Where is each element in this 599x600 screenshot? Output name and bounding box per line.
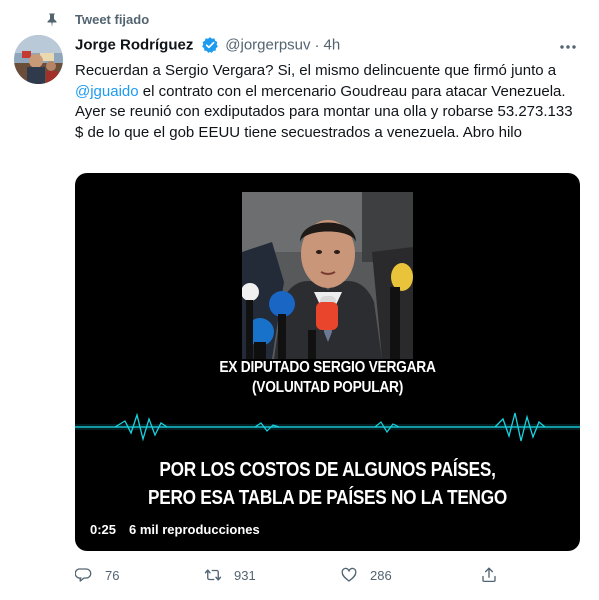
pin-icon xyxy=(47,13,57,27)
retweet-icon xyxy=(204,569,222,581)
tweet-text-start: Recuerdan a Sergio Vergara? Si, el mismo… xyxy=(75,62,557,79)
like-count: 286 xyxy=(370,567,392,583)
mention-link[interactable]: @jguaido xyxy=(75,83,139,100)
retweet-count: 931 xyxy=(234,567,256,583)
avatar[interactable] xyxy=(14,35,63,84)
lower-third-party: (VOLUNTAD POPULAR) xyxy=(251,379,404,396)
tweet-header: Jorge Rodríguez @jorgerpsuv · 4h xyxy=(75,36,585,58)
tweet-text: Recuerdan a Sergio Vergara? Si, el mismo… xyxy=(75,61,585,143)
reply-button[interactable]: 76 xyxy=(75,563,119,587)
retweet-button[interactable]: 931 xyxy=(204,563,256,587)
lower-third-name: EX DIPUTADO SERGIO VERGARA xyxy=(219,359,436,376)
verified-badge-icon xyxy=(201,37,218,53)
heart-icon xyxy=(341,567,357,582)
video-duration: 0:25 xyxy=(90,522,117,537)
like-button[interactable]: 286 xyxy=(340,563,392,587)
share-button[interactable] xyxy=(480,563,498,587)
author-display-name[interactable]: Jorge Rodríguez xyxy=(75,37,193,54)
subtitle-line-2: PERO ESA TABLA DE PAÍSES NO LA TENGO xyxy=(148,487,507,509)
audio-waveform xyxy=(75,412,580,442)
reply-icon xyxy=(75,568,92,582)
pinned-label: Tweet fijado xyxy=(75,12,150,27)
tweet-actions: 76 931 286 xyxy=(75,563,585,587)
video-player[interactable]: EX DIPUTADO SERGIO VERGARA (VOLUNTAD POP… xyxy=(75,173,580,551)
share-icon xyxy=(482,567,496,583)
tweet-text-end: el contrato con el mercenario Goudreau p… xyxy=(75,82,573,141)
pinned-indicator: Tweet fijado xyxy=(0,8,599,32)
video-frame-photo xyxy=(242,192,413,359)
author-handle[interactable]: @jorgerpsuv xyxy=(225,37,310,54)
more-options-icon[interactable] xyxy=(557,38,579,56)
separator-dot: · xyxy=(314,36,320,54)
tweet-timestamp[interactable]: 4h xyxy=(324,37,341,54)
video-view-count: 6 mil reproducciones xyxy=(129,522,260,537)
subtitle-line-1: POR LOS COSTOS DE ALGUNOS PAÍSES, xyxy=(159,459,496,481)
reply-count: 76 xyxy=(105,567,120,583)
